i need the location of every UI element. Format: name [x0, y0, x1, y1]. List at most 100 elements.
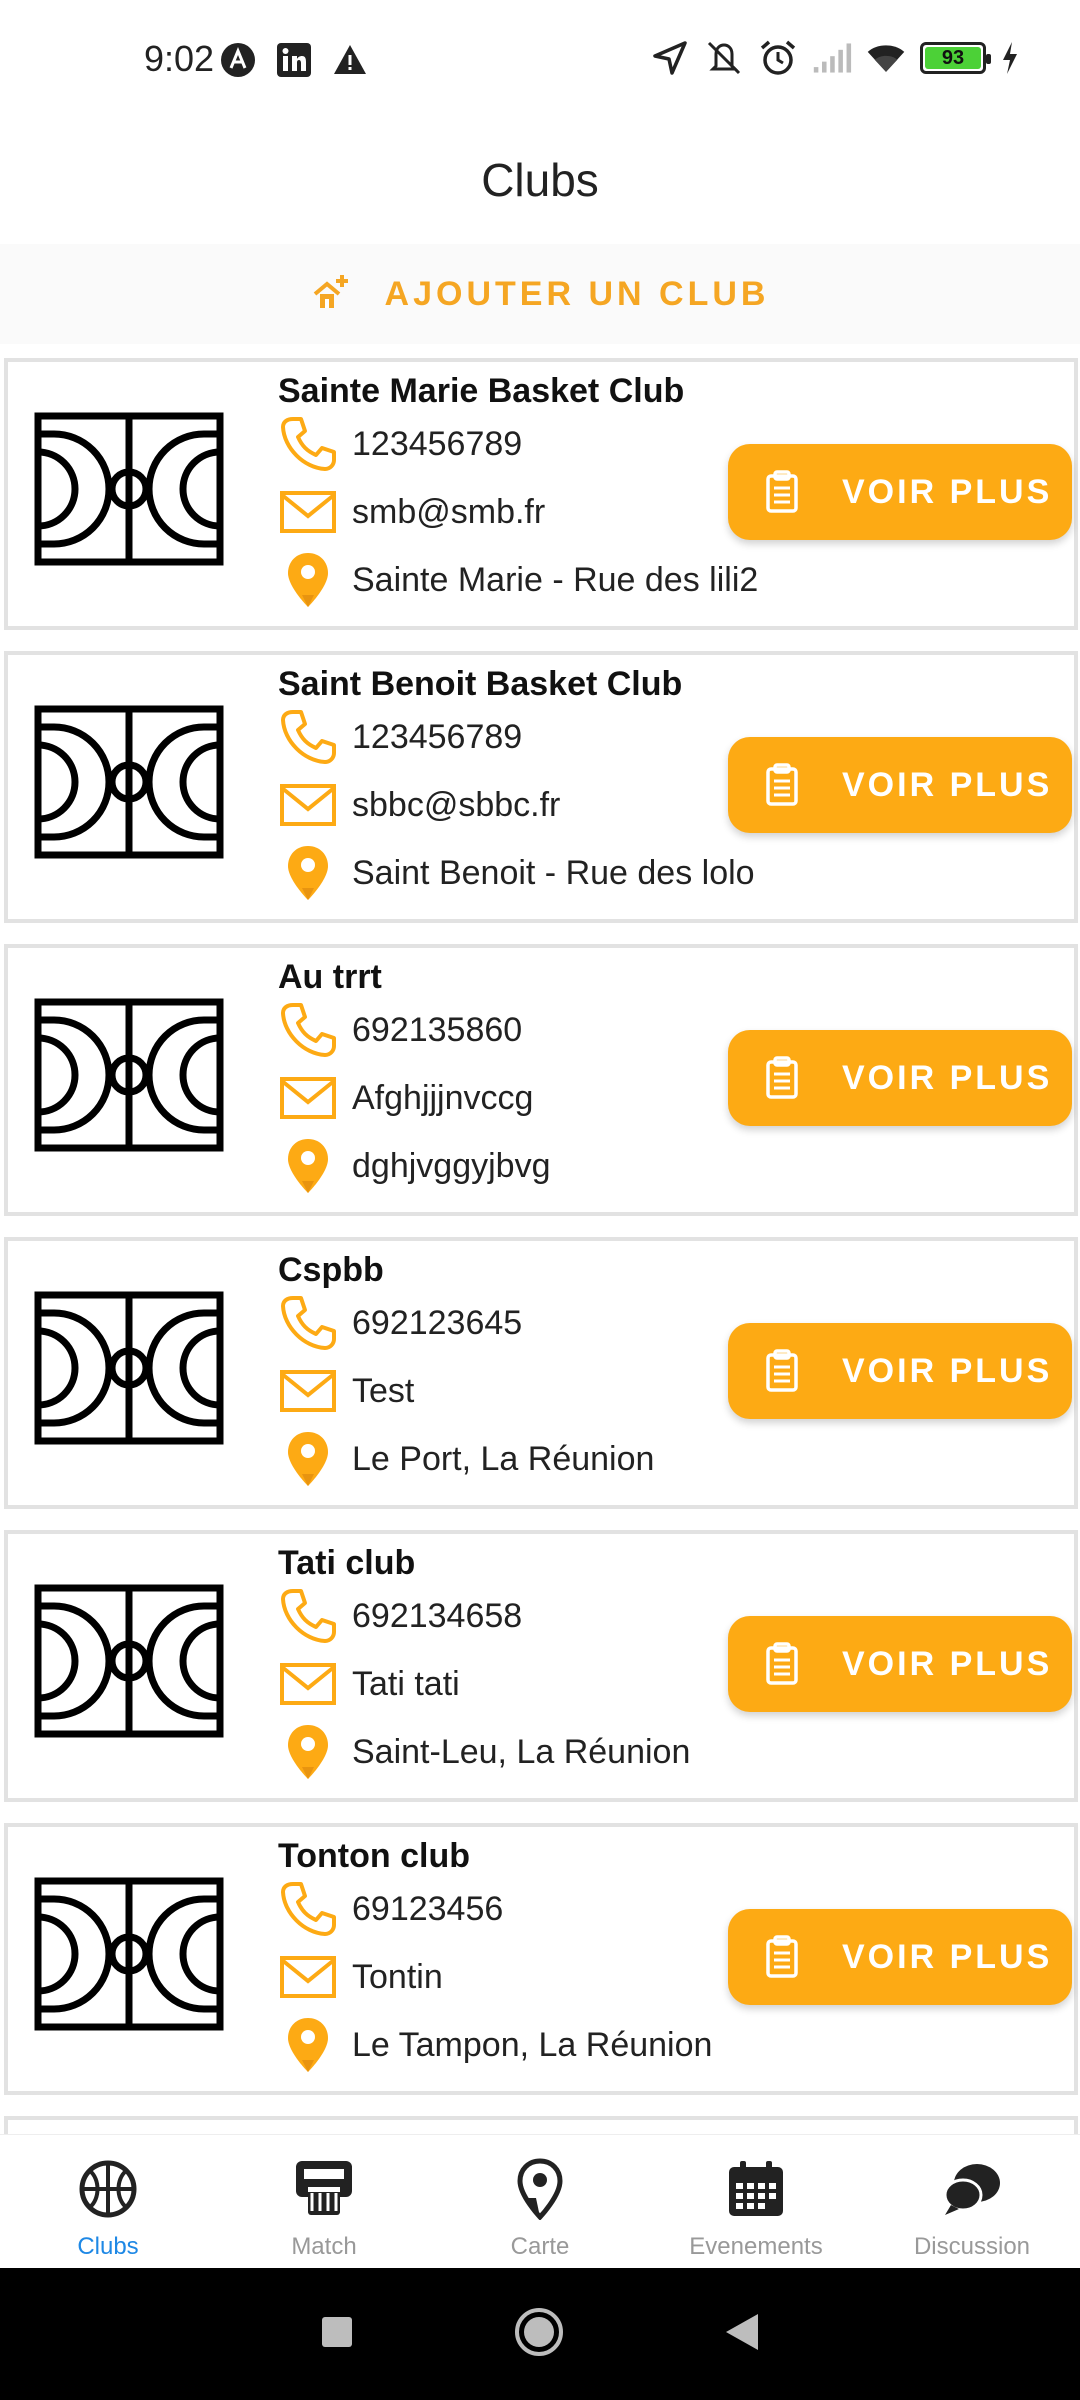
signal-icon — [812, 38, 852, 78]
location-pin-icon — [278, 1722, 338, 1782]
club-name: Tonton club — [278, 1837, 470, 1875]
voir-plus-button[interactable]: VOIR PLUS — [728, 1323, 1072, 1419]
nav-discussion[interactable]: Discussion — [864, 2135, 1080, 2268]
phone-icon — [278, 1879, 338, 1939]
club-phone-row[interactable]: 692135860 — [278, 1000, 522, 1060]
linkedin-icon — [274, 40, 314, 80]
club-email-row[interactable]: Test — [278, 1361, 414, 1421]
club-address: Saint Benoit - Rue des lolo — [352, 853, 755, 892]
nav-evenements[interactable]: Evenements — [648, 2135, 864, 2268]
clipboard-icon — [766, 1935, 798, 1978]
club-email: Tontin — [352, 1957, 443, 1996]
club-phone: 692135860 — [352, 1010, 523, 1049]
club-address-row[interactable]: Saint Benoit - Rue des lolo — [278, 843, 755, 903]
phone-icon — [278, 1000, 338, 1060]
club-card: Tati club 692134658 Tati tati Saint-Leu,… — [4, 1530, 1078, 1802]
status-bar: 9:02 93 — [0, 0, 1080, 120]
mail-icon — [278, 1361, 338, 1421]
basketball-court-icon — [34, 705, 224, 859]
club-phone: 123456789 — [352, 424, 523, 463]
voir-plus-label: VOIR PLUS — [842, 765, 1053, 804]
back-icon[interactable] — [724, 2312, 760, 2357]
club-name: Au trrt — [278, 958, 382, 996]
location-pin-icon — [278, 550, 338, 610]
wifi-icon — [866, 38, 906, 78]
nav-label: Carte — [510, 2233, 570, 2260]
nav-match[interactable]: Match — [216, 2135, 432, 2268]
club-phone-row[interactable]: 692134658 — [278, 1586, 522, 1646]
notification-a-icon — [218, 40, 258, 80]
club-phone-row[interactable]: 692123645 — [278, 1293, 522, 1353]
location-pin-icon — [278, 1429, 338, 1489]
warning-icon — [330, 40, 370, 80]
location-pin-icon — [278, 2015, 338, 2075]
club-address: Le Tampon, La Réunion — [352, 2025, 713, 2064]
charging-icon — [1000, 38, 1020, 78]
club-phone: 123456789 — [352, 717, 523, 756]
voir-plus-label: VOIR PLUS — [842, 1351, 1053, 1390]
voir-plus-label: VOIR PLUS — [842, 1644, 1053, 1683]
voir-plus-button[interactable]: VOIR PLUS — [728, 1616, 1072, 1712]
add-club-button[interactable]: AJOUTER UN CLUB — [0, 244, 1080, 344]
clipboard-icon — [766, 763, 798, 806]
bottom-navigation: Clubs Match Carte Evenements Discussion — [0, 2134, 1080, 2268]
scoreboard-icon — [292, 2157, 356, 2221]
voir-plus-button[interactable]: VOIR PLUS — [728, 444, 1072, 540]
mail-icon — [278, 1947, 338, 2007]
club-phone-row[interactable]: 123456789 — [278, 707, 522, 767]
club-address: Saint-Leu, La Réunion — [352, 1732, 691, 1771]
club-email-row[interactable]: Afghjjjnvccg — [278, 1068, 533, 1128]
nav-carte[interactable]: Carte — [432, 2135, 648, 2268]
club-email: Tati tati — [352, 1664, 460, 1703]
map-pin-icon — [508, 2157, 572, 2221]
nav-label: Discussion — [913, 2233, 1031, 2260]
voir-plus-label: VOIR PLUS — [842, 472, 1053, 511]
club-email-row[interactable]: Tontin — [278, 1947, 443, 2007]
club-email-row[interactable]: sbbc@sbbc.fr — [278, 775, 560, 835]
club-phone-row[interactable]: 69123456 — [278, 1879, 503, 1939]
voir-plus-button[interactable]: VOIR PLUS — [728, 1909, 1072, 2005]
club-phone: 692123645 — [352, 1303, 523, 1342]
location-arrow-icon — [650, 38, 690, 78]
club-address: dghjvggyjbvg — [352, 1146, 551, 1185]
club-email-row[interactable]: Tati tati — [278, 1654, 460, 1714]
clipboard-icon — [766, 1642, 798, 1685]
club-address-row[interactable]: Sainte Marie - Rue des lili2 — [278, 550, 758, 610]
add-home-icon — [311, 272, 351, 317]
basketball-court-icon — [34, 998, 224, 1152]
nav-clubs[interactable]: Clubs — [0, 2135, 216, 2268]
club-address: Sainte Marie - Rue des lili2 — [352, 560, 759, 599]
club-phone-row[interactable]: 123456789 — [278, 414, 522, 474]
mail-icon — [278, 1068, 338, 1128]
calendar-icon — [724, 2157, 788, 2221]
voir-plus-button[interactable]: VOIR PLUS — [728, 737, 1072, 833]
club-email: Afghjjjnvccg — [352, 1078, 534, 1117]
club-card: Sainte Marie Basket Club 123456789 smb@s… — [4, 358, 1078, 630]
basketball-court-icon — [34, 1584, 224, 1738]
voir-plus-button[interactable]: VOIR PLUS — [728, 1030, 1072, 1126]
home-icon[interactable] — [514, 2307, 564, 2362]
club-email-row[interactable]: smb@smb.fr — [278, 482, 545, 542]
mail-icon — [278, 775, 338, 835]
nav-label: Clubs — [77, 2233, 139, 2260]
club-card: Cspbb 692123645 Test Le Port, La Réunion… — [4, 1237, 1078, 1509]
clipboard-icon — [766, 1056, 798, 1099]
club-address-row[interactable]: Le Tampon, La Réunion — [278, 2015, 712, 2075]
basketball-court-icon — [34, 412, 224, 566]
club-list[interactable]: Sainte Marie Basket Club 123456789 smb@s… — [0, 356, 1080, 2134]
club-address-row[interactable]: Saint-Leu, La Réunion — [278, 1722, 690, 1782]
add-club-label: AJOUTER UN CLUB — [384, 274, 770, 313]
club-address-row[interactable]: dghjvggyjbvg — [278, 1136, 550, 1196]
recent-apps-icon[interactable] — [320, 2315, 354, 2354]
basketball-court-icon — [34, 1291, 224, 1445]
basketball-court-icon — [34, 1877, 224, 2031]
voir-plus-label: VOIR PLUS — [842, 1937, 1053, 1976]
club-address: Le Port, La Réunion — [352, 1439, 655, 1478]
basketball-icon — [76, 2157, 140, 2221]
voir-plus-label: VOIR PLUS — [842, 1058, 1053, 1097]
mail-icon — [278, 1654, 338, 1714]
club-name: Cspbb — [278, 1251, 384, 1289]
club-phone: 692134658 — [352, 1596, 523, 1635]
club-name: Tati club — [278, 1544, 416, 1582]
club-address-row[interactable]: Le Port, La Réunion — [278, 1429, 654, 1489]
